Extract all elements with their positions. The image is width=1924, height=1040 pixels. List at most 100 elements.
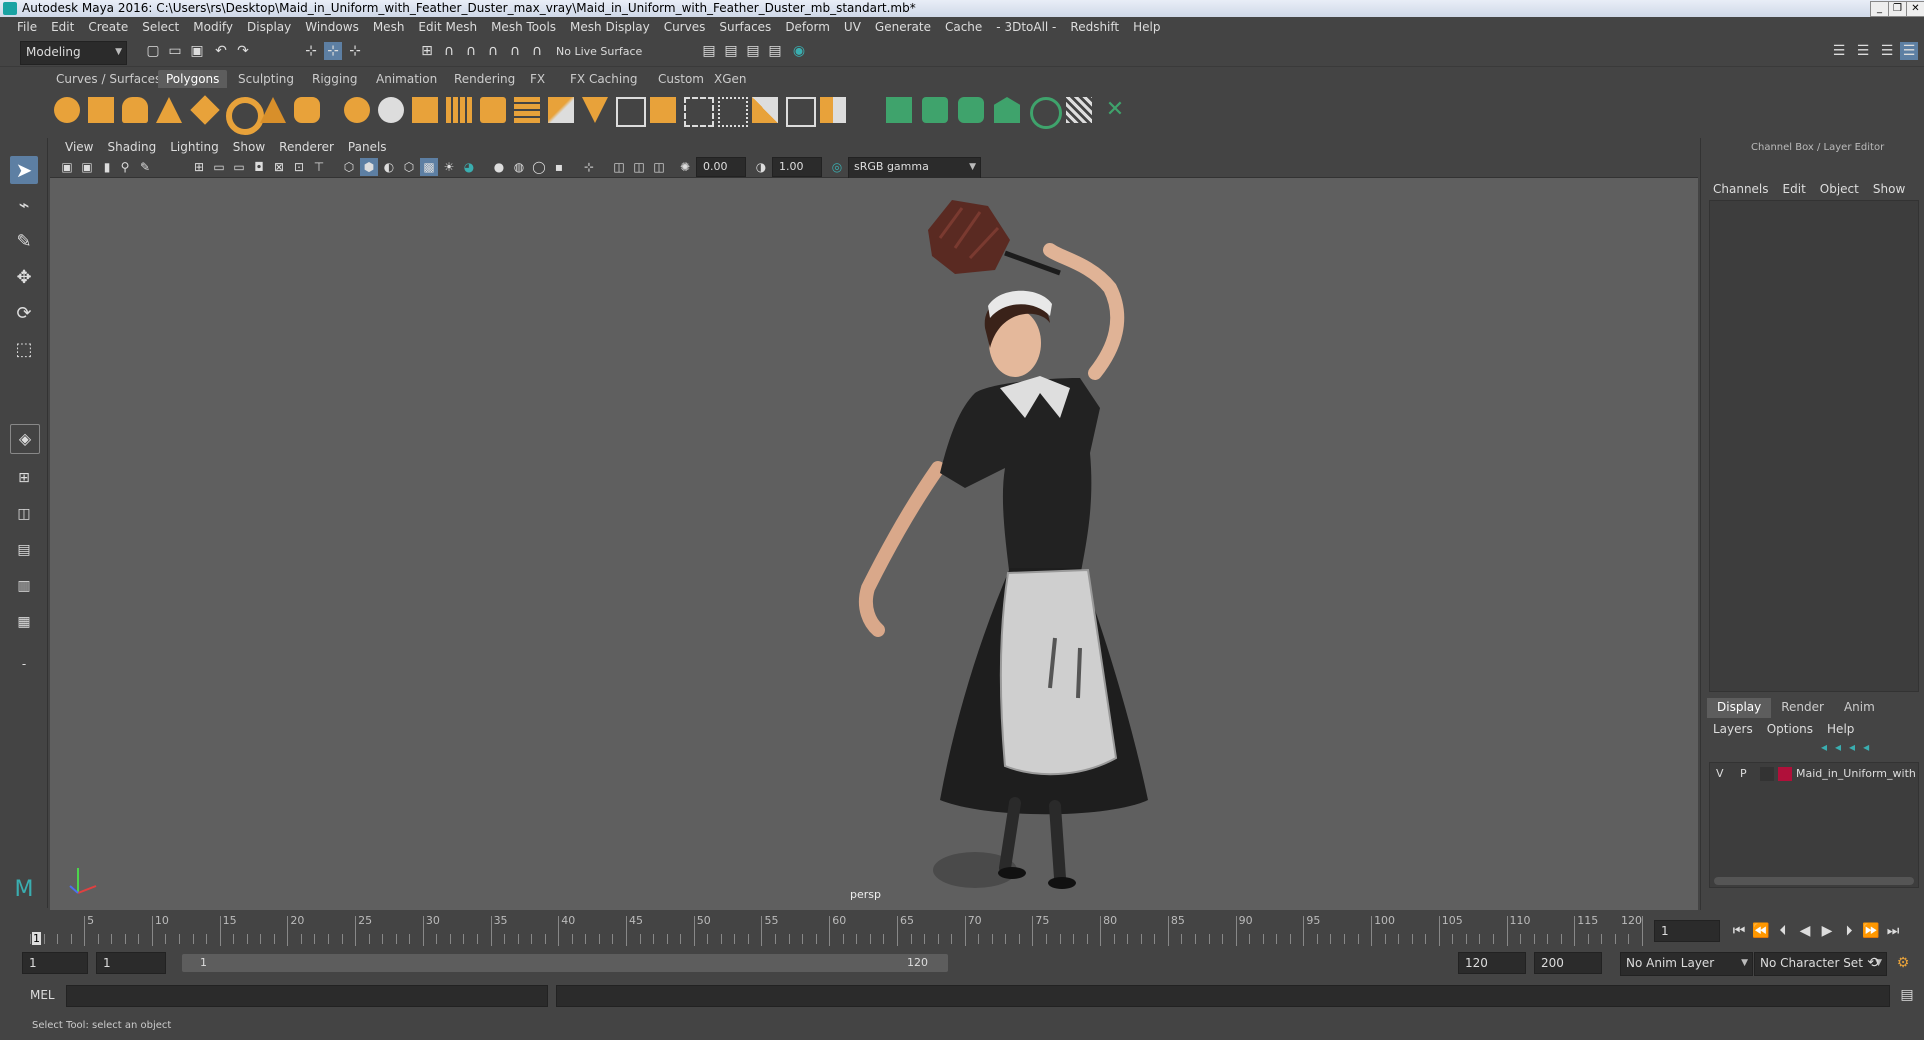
animation-preferences-icon[interactable]: ⚙: [1894, 954, 1912, 972]
menu-mesh-display[interactable]: Mesh Display: [563, 20, 657, 34]
menu-set-dropdown[interactable]: Modeling ▼: [20, 41, 127, 65]
go-to-start-icon[interactable]: ⏮: [1730, 922, 1748, 940]
layout-graph-icon[interactable]: ▥: [10, 572, 38, 600]
step-forward-frame-icon[interactable]: ⏵: [1840, 922, 1858, 940]
tab-polygons[interactable]: Polygons: [158, 70, 228, 88]
xray-components-icon[interactable]: ◫: [650, 158, 668, 176]
modeling-toolkit-icon[interactable]: ☰: [1830, 42, 1848, 60]
layout-single-icon[interactable]: ◈: [10, 424, 40, 454]
multi-cut-icon[interactable]: [548, 97, 574, 123]
fill-hole-icon[interactable]: [650, 97, 676, 123]
more-layouts-icon[interactable]: ‐: [10, 650, 38, 678]
layout-outliner-icon[interactable]: ▤: [10, 536, 38, 564]
extrude-icon[interactable]: [446, 97, 472, 123]
auto-key-icon[interactable]: ⟲: [1864, 954, 1882, 972]
go-to-end-icon[interactable]: ⏭: [1884, 922, 1902, 940]
shadows-icon[interactable]: ◕: [460, 158, 478, 176]
uv-cut-icon[interactable]: [958, 97, 984, 123]
script-editor-icon[interactable]: ▤: [1898, 986, 1916, 1004]
layer-menu-layers[interactable]: Layers: [1713, 722, 1753, 736]
channel-box-toggle-icon[interactable]: ☰: [1900, 42, 1918, 60]
render-view-icon[interactable]: ▤: [700, 42, 718, 60]
menu-curves[interactable]: Curves: [657, 20, 713, 34]
menu-create[interactable]: Create: [81, 20, 135, 34]
layer-menu-options[interactable]: Options: [1767, 722, 1813, 736]
tab-rendering[interactable]: Rendering: [446, 70, 523, 88]
menu-help[interactable]: Help: [1126, 20, 1167, 34]
grease-pencil-icon[interactable]: ✎: [136, 158, 154, 176]
poly-torus-icon[interactable]: [226, 97, 264, 135]
viewport-menu-lighting[interactable]: Lighting: [163, 140, 226, 154]
uv-distortion-icon[interactable]: ✕: [1102, 97, 1128, 123]
poly-pipe-icon[interactable]: [294, 97, 320, 123]
tab-sculpting[interactable]: Sculpting: [230, 70, 302, 88]
new-scene-icon[interactable]: ▢: [144, 42, 162, 60]
perspective-viewport[interactable]: persp: [50, 178, 1698, 910]
menu-select[interactable]: Select: [135, 20, 186, 34]
menu-uv[interactable]: UV: [837, 20, 868, 34]
tab-curves-surfaces[interactable]: Curves / Surfaces: [48, 70, 169, 88]
layout-two-icon[interactable]: ◫: [10, 500, 38, 528]
menu-surfaces[interactable]: Surfaces: [712, 20, 778, 34]
snap-surface-icon[interactable]: ∩: [506, 42, 524, 60]
poly-pyramid-icon[interactable]: [260, 97, 286, 123]
grid-icon[interactable]: ⊞: [190, 158, 208, 176]
tab-fx[interactable]: FX: [522, 70, 553, 88]
ipr-render-icon[interactable]: ▤: [744, 42, 762, 60]
resolution-gate-icon[interactable]: ▭: [230, 158, 248, 176]
layer-scrollbar[interactable]: [1714, 877, 1914, 885]
uv-editor-icon[interactable]: [786, 97, 816, 127]
viewport-menu-shading[interactable]: Shading: [100, 140, 163, 154]
channel-menu-show[interactable]: Show: [1873, 182, 1905, 196]
xray-icon[interactable]: ◫: [610, 158, 628, 176]
rotate-tool-icon[interactable]: ⟳: [10, 300, 38, 328]
end-time-field[interactable]: 200: [1534, 952, 1602, 974]
layer-row[interactable]: V P Maid_in_Uniform_with: [1710, 765, 1918, 783]
channel-menu-object[interactable]: Object: [1820, 182, 1859, 196]
menu-deform[interactable]: Deform: [778, 20, 837, 34]
poly-cone-icon[interactable]: [156, 97, 182, 123]
viewport-menu-view[interactable]: View: [58, 140, 100, 154]
step-forward-key-icon[interactable]: ⏩: [1862, 922, 1880, 940]
tab-rigging[interactable]: Rigging: [304, 70, 365, 88]
field-chart-icon[interactable]: ⊠: [270, 158, 288, 176]
insert-edge-loop-icon[interactable]: [684, 97, 714, 127]
channel-menu-channels[interactable]: Channels: [1713, 182, 1769, 196]
tab-animation[interactable]: Animation: [368, 70, 445, 88]
snap-grid-icon[interactable]: ⊞: [418, 42, 436, 60]
poly-sphere-icon[interactable]: [54, 97, 80, 123]
move-tool-icon[interactable]: ✥: [10, 264, 38, 292]
camera-attributes-icon[interactable]: ▣: [78, 158, 96, 176]
layer-reference-toggle[interactable]: [1760, 767, 1774, 781]
menu-mesh-tools[interactable]: Mesh Tools: [484, 20, 563, 34]
color-space-dropdown[interactable]: sRGB gamma ▼: [848, 157, 981, 179]
paint-select-tool-icon[interactable]: ✎: [10, 228, 38, 256]
command-language-label[interactable]: MEL: [30, 988, 55, 1002]
uv-unfold-icon[interactable]: [922, 97, 948, 123]
attribute-editor-icon[interactable]: ☰: [1854, 42, 1872, 60]
minimize-button[interactable]: _: [1870, 1, 1889, 17]
channel-menu-edit[interactable]: Edit: [1783, 182, 1806, 196]
snap-curve-icon[interactable]: ∩: [440, 42, 458, 60]
camera-select-icon[interactable]: ▣: [58, 158, 76, 176]
checker-icon[interactable]: [1066, 97, 1092, 123]
play-backward-icon[interactable]: ◀: [1796, 922, 1814, 940]
color-management-icon[interactable]: ◎: [828, 158, 846, 176]
close-button[interactable]: ✕: [1906, 1, 1924, 17]
xray-joints-icon[interactable]: ◫: [630, 158, 648, 176]
select-tool-icon[interactable]: ➤: [10, 156, 38, 184]
planar-map-icon[interactable]: [820, 97, 846, 123]
select-component-icon[interactable]: ⊹: [346, 42, 364, 60]
layer-playback-toggle[interactable]: P: [1740, 767, 1747, 780]
menu-file[interactable]: File: [10, 20, 44, 34]
wireframe-on-shaded-icon[interactable]: ⬡: [400, 158, 418, 176]
wireframe-icon[interactable]: ⬡: [340, 158, 358, 176]
save-scene-icon[interactable]: ▣: [188, 42, 206, 60]
gamma-field[interactable]: 1.00: [772, 157, 822, 177]
menu-edit-mesh[interactable]: Edit Mesh: [411, 20, 484, 34]
gate-mask-icon[interactable]: ◘: [250, 158, 268, 176]
step-back-key-icon[interactable]: ⏪: [1752, 922, 1770, 940]
undo-icon[interactable]: ↶: [212, 42, 230, 60]
snap-view-plane-icon[interactable]: ∩: [484, 42, 502, 60]
snap-point-icon[interactable]: ∩: [462, 42, 480, 60]
